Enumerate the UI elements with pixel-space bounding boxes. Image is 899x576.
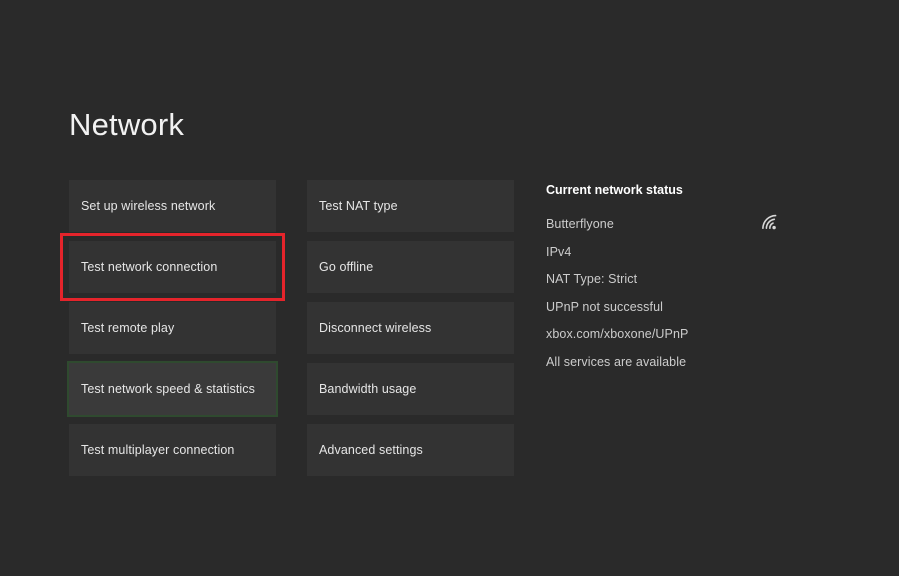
status-row-text: NAT Type: Strict xyxy=(546,271,637,287)
menu-tile-label: Bandwidth usage xyxy=(319,381,416,397)
menu-tile-2[interactable]: Test remote play xyxy=(69,302,276,354)
status-row: UPnP not successful xyxy=(546,299,761,327)
menu-tile-label: Test remote play xyxy=(81,320,174,336)
status-row-text: Butterflyone xyxy=(546,216,614,232)
menu-tile-label: Advanced settings xyxy=(319,442,423,458)
menu-tile-label: Test network speed & statistics xyxy=(81,381,255,397)
status-row-text: All services are available xyxy=(546,354,686,370)
menu-tile-label: Set up wireless network xyxy=(81,198,215,214)
status-row-list: Butterflyone IPv4 NAT Type: Strict UPnP not… xyxy=(546,216,761,381)
network-menu-secondary-column: Test NAT type Go offline Disconnect wirele… xyxy=(307,180,514,476)
network-menu-primary-column: Set up wireless network Test network conn… xyxy=(69,180,276,476)
menu-tile-secondary-1[interactable]: Go offline xyxy=(307,241,514,293)
menu-tile-secondary-3[interactable]: Bandwidth usage xyxy=(307,363,514,415)
status-row: All services are available xyxy=(546,354,761,382)
menu-tile-1[interactable]: Test network connection xyxy=(69,241,276,293)
menu-tile-label: Test multiplayer connection xyxy=(81,442,234,458)
status-row: xbox.com/xboxone/UPnP xyxy=(546,326,761,354)
menu-tile-label: Test NAT type xyxy=(319,198,398,214)
network-settings-screen: Network Set up wireless network Test netw… xyxy=(0,0,899,576)
status-row: NAT Type: Strict xyxy=(546,271,761,299)
status-row-text: IPv4 xyxy=(546,244,571,260)
status-row-text: xbox.com/xboxone/UPnP xyxy=(546,326,688,342)
menu-tile-label: Test network connection xyxy=(81,259,217,275)
menu-tile-0[interactable]: Set up wireless network xyxy=(69,180,276,232)
menu-tile-3[interactable]: Test network speed & statistics xyxy=(69,363,276,415)
status-row: Butterflyone xyxy=(546,216,761,244)
status-row: IPv4 xyxy=(546,244,761,272)
wifi-signal-icon xyxy=(759,213,779,231)
page-title: Network xyxy=(69,106,184,144)
menu-tile-label: Go offline xyxy=(319,259,373,275)
menu-tile-secondary-4[interactable]: Advanced settings xyxy=(307,424,514,476)
status-row-text: UPnP not successful xyxy=(546,299,663,315)
current-network-status-panel: Current network status Butterflyone IPv4 N… xyxy=(546,182,761,381)
menu-tile-secondary-0[interactable]: Test NAT type xyxy=(307,180,514,232)
menu-tile-secondary-2[interactable]: Disconnect wireless xyxy=(307,302,514,354)
menu-tile-4[interactable]: Test multiplayer connection xyxy=(69,424,276,476)
status-panel-heading: Current network status xyxy=(546,182,761,198)
menu-tile-label: Disconnect wireless xyxy=(319,320,431,336)
